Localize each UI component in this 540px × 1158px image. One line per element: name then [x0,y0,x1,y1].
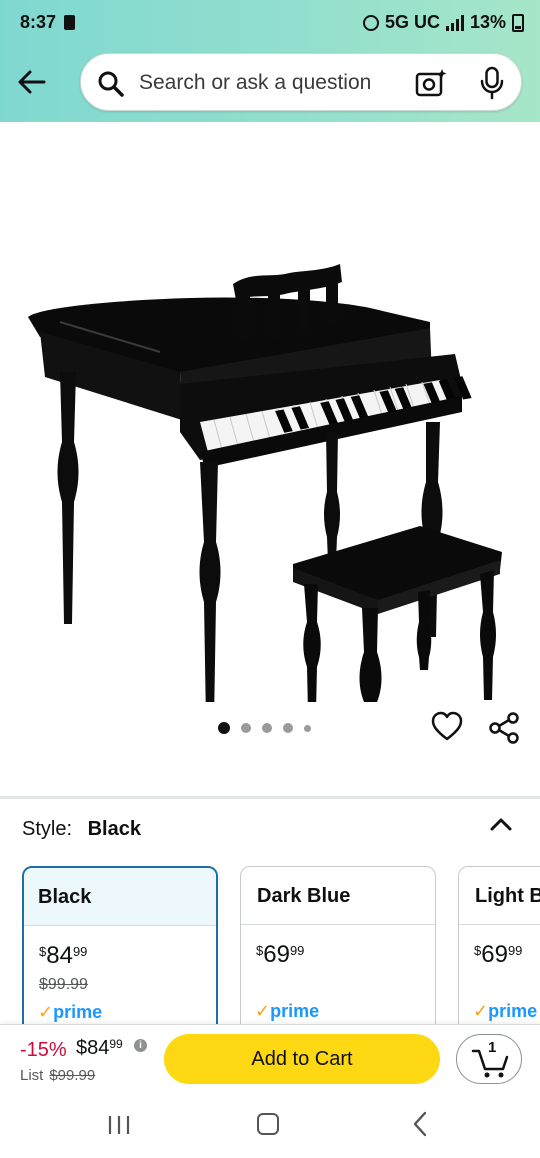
battery-icon [512,13,524,32]
style-option-list-price: $99.99 [39,976,88,993]
style-option-price: $6999 [256,941,305,968]
style-selected-value: Black [87,818,141,840]
image-pagination-dots [218,722,311,734]
share-icon[interactable] [486,710,522,746]
buy-bar: -15% $8499 i List $99.99 Add to Cart 1 [0,1024,540,1092]
search-icon [98,71,124,97]
recent-apps-icon[interactable] [106,1114,132,1136]
piano-bench [293,526,502,702]
pagination-dot[interactable] [304,724,311,732]
status-time: 8:37 [20,12,57,32]
notification-icon [64,15,75,30]
style-option-dark-blue[interactable]: Dark Blue $6999 ✓prime [240,866,436,1036]
buy-bar-price: $8499 [76,1037,123,1059]
info-icon[interactable]: i [134,1039,147,1052]
style-option-price: $6999 [474,941,523,968]
cart-button[interactable]: 1 [456,1034,522,1084]
signal-icon [445,14,464,31]
home-icon[interactable] [257,1113,279,1135]
status-right: 5G UC 13% [362,12,524,33]
pagination-dot[interactable] [283,723,293,733]
section-divider [0,796,540,799]
prime-badge: ✓prime [255,1001,320,1021]
pagination-dot[interactable] [262,723,272,733]
buy-bar-list-price: List $99.99 [20,1067,96,1084]
pagination-dot[interactable] [218,722,230,734]
search-input[interactable] [139,66,399,100]
camera-search-icon[interactable] [415,67,447,99]
system-nav-bar [0,1092,540,1158]
back-nav-icon[interactable] [410,1110,430,1138]
microphone-icon[interactable] [479,66,505,100]
prime-badge: ✓prime [473,1001,538,1021]
style-option-name: Light B [459,867,540,925]
battery-percent: 13% [469,12,506,32]
status-bar: 8:37 5G UC 13% [0,0,540,44]
product-image[interactable] [0,122,540,702]
prime-badge: ✓prime [38,1002,103,1022]
cart-count: 1 [488,1039,497,1056]
style-option-name: Black [24,868,216,926]
header: 8:37 5G UC 13% [0,0,540,122]
heart-icon[interactable] [430,710,464,744]
network-label: 5G UC [384,12,440,32]
add-to-cart-button[interactable]: Add to Cart [164,1034,440,1084]
back-arrow-icon[interactable] [14,64,50,100]
chevron-up-icon[interactable] [486,812,516,838]
discount-percent: -15% [20,1039,67,1061]
alarm-icon [362,14,379,31]
pagination-dot[interactable] [241,723,251,733]
style-option-black[interactable]: Black $8499 $99.99 ✓prime [22,866,218,1036]
style-selector-header: Style: Black [22,818,141,841]
style-option-light-blue[interactable]: Light B $6999 ✓prime [458,866,540,1036]
style-option-price: $8499 [39,942,88,969]
search-bar[interactable] [80,53,522,111]
style-option-name: Dark Blue [241,867,435,925]
style-label: Style: [22,818,73,840]
